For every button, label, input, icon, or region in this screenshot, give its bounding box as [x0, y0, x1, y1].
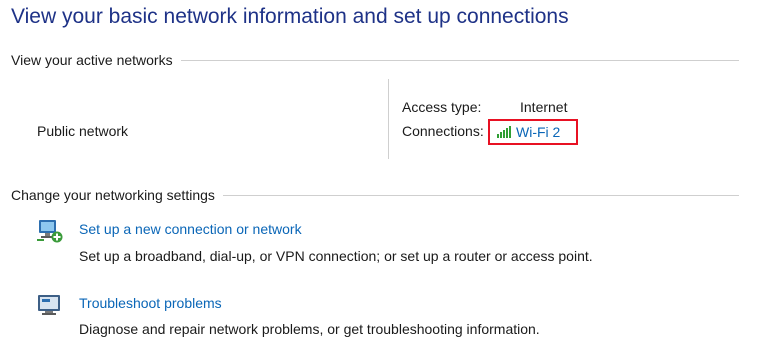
setup-connection-description: Set up a broadband, dial-up, or VPN conn… [79, 248, 593, 264]
setup-connection-link[interactable]: Set up a new connection or network [79, 221, 302, 237]
troubleshoot-icon[interactable] [36, 292, 64, 318]
active-networks-header: View your active networks [11, 52, 739, 68]
page-title: View your basic network information and … [11, 5, 569, 28]
troubleshoot-description: Diagnose and repair network problems, or… [79, 321, 540, 337]
change-settings-header-label: Change your networking settings [11, 187, 215, 203]
change-settings-header: Change your networking settings [11, 187, 739, 203]
wifi-signal-icon [497, 126, 511, 138]
active-networks-header-label: View your active networks [11, 52, 173, 68]
vertical-divider [388, 79, 389, 159]
connections-label: Connections: [402, 123, 484, 139]
troubleshoot-link[interactable]: Troubleshoot problems [79, 295, 222, 311]
section-divider [222, 194, 739, 196]
section-divider [180, 59, 739, 61]
access-type-value: Internet [520, 99, 568, 115]
access-type-label: Access type: [402, 99, 482, 115]
network-name[interactable]: Public network [37, 123, 128, 139]
network-setup-icon[interactable] [36, 218, 64, 244]
wifi-connection-name[interactable]: Wi-Fi 2 [516, 124, 560, 140]
wifi-connection-link[interactable]: Wi-Fi 2 [488, 119, 578, 145]
